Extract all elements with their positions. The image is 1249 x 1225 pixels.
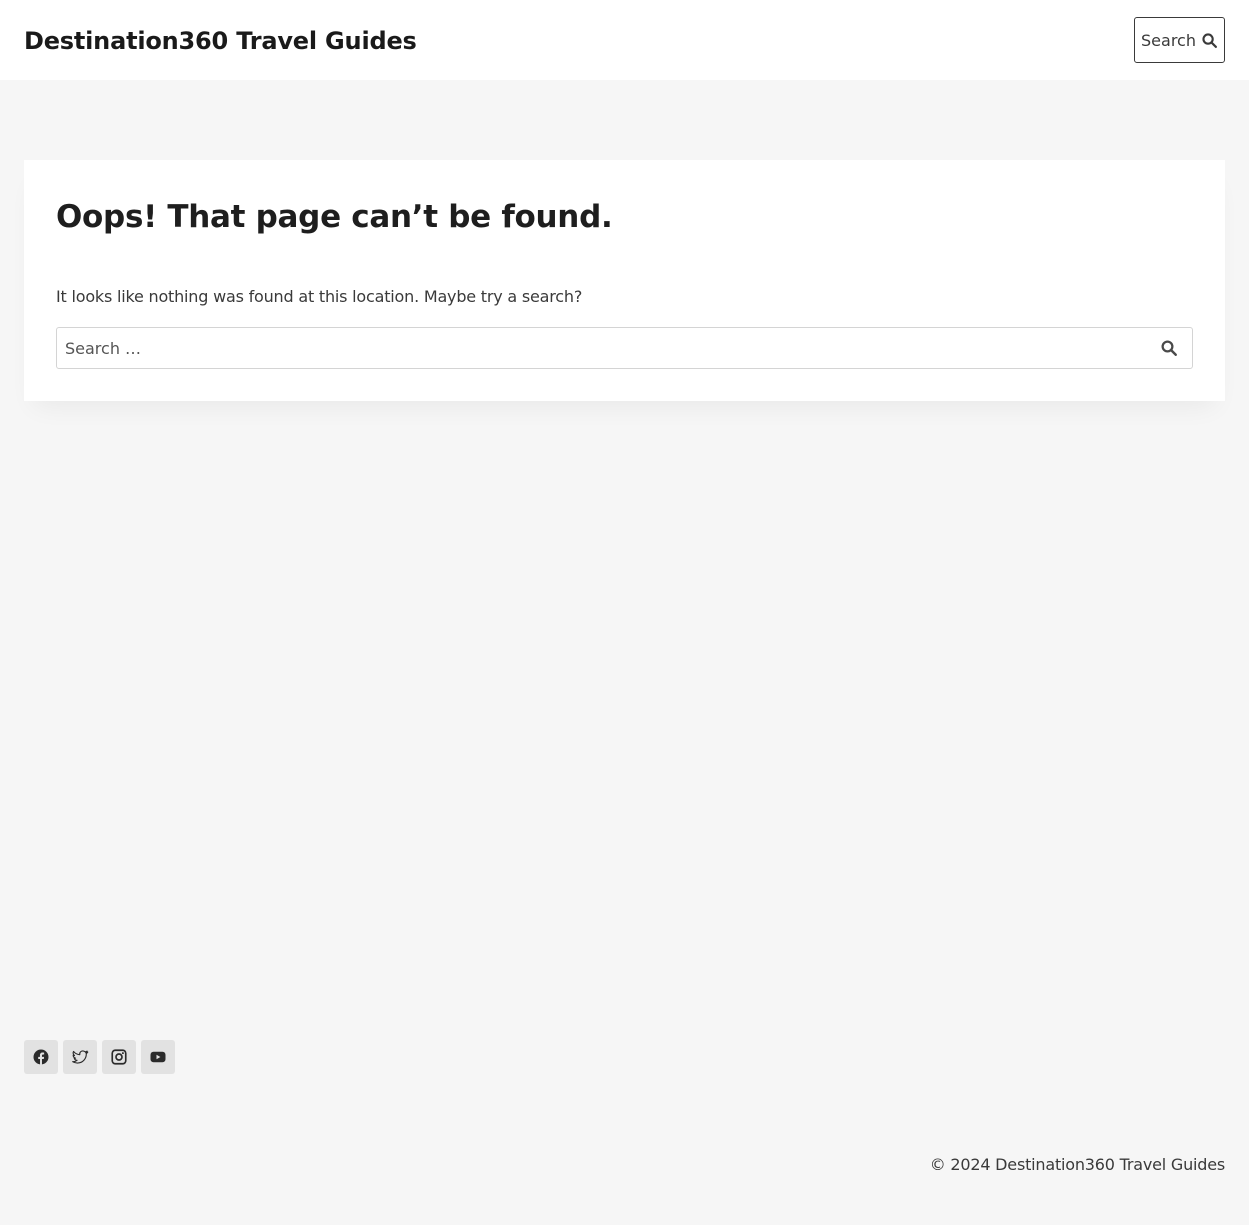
instagram-icon: [111, 1049, 127, 1065]
not-found-card: Oops! That page can’t be found. It looks…: [24, 160, 1225, 401]
site-header: Destination360 Travel Guides Search: [0, 0, 1249, 80]
search-form: [56, 327, 1193, 369]
search-icon: [1161, 340, 1177, 356]
search-submit-button[interactable]: [1160, 339, 1178, 357]
social-links: [24, 1040, 175, 1074]
instagram-link[interactable]: [102, 1040, 136, 1074]
header-search-label: Search: [1141, 30, 1196, 50]
twitter-link[interactable]: [63, 1040, 97, 1074]
not-found-message: It looks like nothing was found at this …: [56, 287, 583, 306]
page-title: Oops! That page can’t be found.: [56, 199, 613, 235]
facebook-link[interactable]: [24, 1040, 58, 1074]
twitter-icon: [72, 1050, 89, 1064]
youtube-icon: [150, 1051, 166, 1063]
youtube-link[interactable]: [141, 1040, 175, 1074]
search-input[interactable]: [57, 328, 1137, 368]
facebook-icon: [33, 1049, 49, 1065]
site-title[interactable]: Destination360 Travel Guides: [24, 24, 417, 58]
search-icon: [1202, 32, 1217, 48]
copyright-text: © 2024 Destination360 Travel Guides: [929, 1155, 1226, 1174]
header-search-button[interactable]: Search: [1134, 17, 1225, 63]
